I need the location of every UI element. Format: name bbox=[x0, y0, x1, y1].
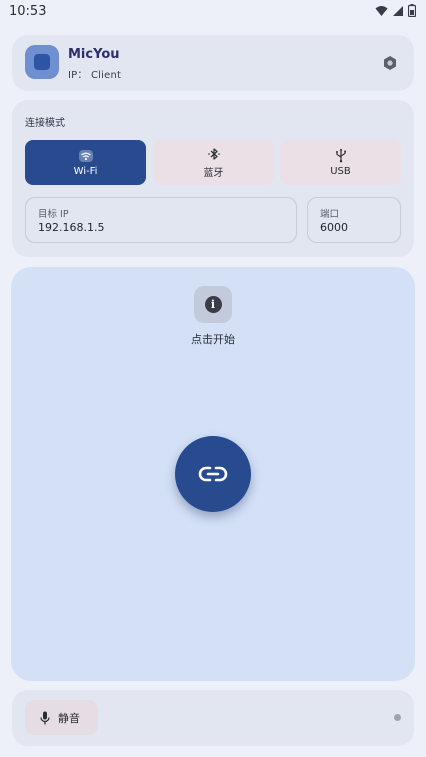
app-logo bbox=[25, 45, 59, 79]
mode-bluetooth-label: 蓝牙 bbox=[203, 167, 224, 179]
info-icon: i bbox=[204, 296, 222, 313]
mute-button[interactable]: 静音 bbox=[25, 700, 98, 735]
bottom-bar: 静音 bbox=[12, 690, 414, 746]
wifi-signal-icon bbox=[375, 5, 388, 16]
mode-usb-button[interactable]: USB bbox=[280, 140, 401, 185]
bluetooth-icon bbox=[207, 147, 220, 160]
header-card: MicYou IP： Client bbox=[12, 35, 414, 91]
mode-bluetooth-button[interactable]: 蓝牙 bbox=[153, 140, 274, 185]
ip-status: IP： Client bbox=[68, 70, 122, 81]
mode-wifi-button[interactable]: Wi-Fi bbox=[25, 140, 146, 185]
mic-icon bbox=[40, 711, 50, 724]
mode-usb-label: USB bbox=[330, 166, 351, 177]
main-connection-area: i 点击开始 bbox=[11, 267, 415, 681]
status-indicator-dot bbox=[394, 714, 401, 721]
usb-icon bbox=[335, 148, 346, 163]
connect-button[interactable] bbox=[175, 436, 251, 512]
connection-mode-card: 连接模式 Wi-Fi 蓝牙 USB 目标 IP 192.168.1.5 端口 6… bbox=[12, 100, 414, 257]
port-field[interactable]: 端口 6000 bbox=[307, 197, 401, 243]
app-name: MicYou bbox=[68, 47, 120, 62]
connection-mode-title: 连接模式 bbox=[25, 118, 65, 129]
mute-label: 静音 bbox=[58, 711, 80, 725]
mode-wifi-label: Wi-Fi bbox=[73, 165, 98, 177]
port-value[interactable]: 6000 bbox=[320, 221, 348, 234]
info-badge: i bbox=[194, 286, 232, 323]
status-bar: 10:53 bbox=[0, 0, 426, 26]
settings-gear-icon[interactable] bbox=[382, 55, 398, 71]
battery-icon bbox=[408, 4, 416, 17]
target-ip-value[interactable]: 192.168.1.5 bbox=[38, 221, 104, 234]
port-label: 端口 bbox=[320, 209, 340, 220]
target-ip-label: 目标 IP bbox=[38, 209, 69, 220]
start-hint: 点击开始 bbox=[191, 333, 235, 346]
link-icon bbox=[198, 466, 228, 482]
cell-signal-icon bbox=[393, 5, 403, 16]
status-time: 10:53 bbox=[9, 4, 47, 19]
wifi-icon bbox=[78, 149, 93, 162]
status-icons bbox=[375, 4, 416, 17]
target-ip-field[interactable]: 目标 IP 192.168.1.5 bbox=[25, 197, 297, 243]
